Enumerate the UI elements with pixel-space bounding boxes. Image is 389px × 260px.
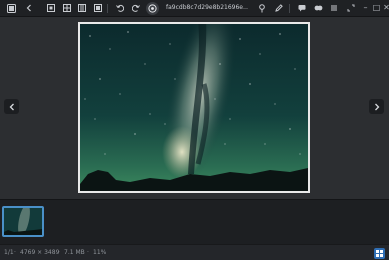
previous-image-button[interactable] (4, 99, 19, 114)
grid-view-icon[interactable] (76, 2, 88, 14)
back-arrow-icon[interactable] (23, 2, 35, 14)
image-viewer (0, 17, 389, 199)
comment-icon[interactable] (296, 2, 308, 14)
zoom-level: 11% (93, 249, 107, 256)
pin-icon[interactable] (256, 2, 268, 14)
image-dimensions: 4769 × 3489 (20, 249, 60, 256)
status-separator: · (87, 249, 89, 256)
compare-view-icon[interactable] (92, 2, 104, 14)
thumbnail-strip (0, 199, 389, 244)
tag-icon[interactable] (312, 2, 324, 14)
info-icon[interactable] (146, 2, 159, 15)
close-button[interactable]: ✕ (380, 1, 389, 15)
toolbar-separator (107, 4, 108, 13)
more-menu-icon[interactable] (328, 2, 340, 14)
filename-label: fa9cdb8c7d29e8b21696e… (166, 4, 248, 11)
toolbar-separator (289, 4, 290, 13)
grid-toggle-button[interactable] (374, 248, 385, 259)
status-separator: · (14, 249, 16, 256)
split-view-icon[interactable] (61, 2, 73, 14)
thumbnail-item[interactable] (2, 206, 44, 237)
status-separator: · (58, 249, 60, 256)
image-index: 1/1 (4, 249, 14, 256)
displayed-photo[interactable] (78, 22, 310, 193)
next-image-button[interactable] (369, 99, 384, 114)
menu-icon[interactable] (5, 2, 17, 14)
status-bar: 1/1 · 4769 × 3489 · 7.1 MB · 11% (0, 244, 389, 260)
rotate-left-icon[interactable] (114, 2, 126, 14)
grid-icon (376, 250, 383, 257)
edit-pen-icon[interactable] (273, 2, 285, 14)
restore-down-button[interactable] (344, 1, 357, 15)
file-size: 7.1 MB (64, 249, 85, 256)
single-view-icon[interactable] (45, 2, 57, 14)
top-toolbar: fa9cdb8c7d29e8b21696e… – □ ✕ (0, 0, 389, 17)
rotate-right-icon[interactable] (130, 2, 142, 14)
